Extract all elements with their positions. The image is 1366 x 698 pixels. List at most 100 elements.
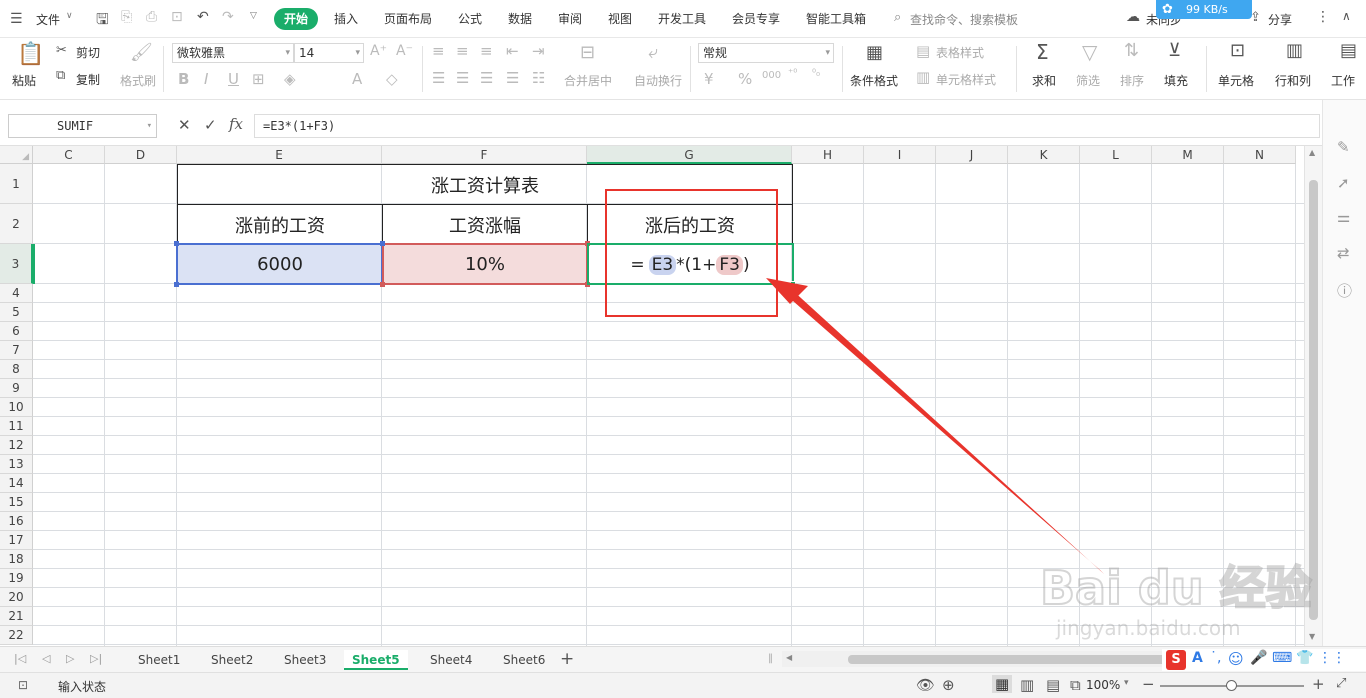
ime-menu-icon[interactable]: ⋮⋮ bbox=[1318, 650, 1346, 666]
center-view-icon[interactable]: ⊕ bbox=[942, 676, 955, 694]
undo-icon[interactable]: ↶ bbox=[197, 9, 209, 25]
align-left-icon[interactable]: ☰ bbox=[432, 69, 445, 87]
table-style-button[interactable]: 表格样式 bbox=[936, 44, 984, 61]
sheet-tab-4[interactable]: Sheet4 bbox=[422, 650, 480, 670]
row-header-18[interactable]: 18 bbox=[0, 550, 33, 569]
number-format-select[interactable]: 常规 ▾ bbox=[698, 43, 834, 63]
align-top-icon[interactable]: ≡ bbox=[432, 42, 445, 60]
row-header-13[interactable]: 13 bbox=[0, 455, 33, 474]
sum-icon[interactable]: Σ bbox=[1036, 40, 1049, 64]
zoom-slider-knob[interactable] bbox=[1226, 680, 1237, 691]
fullscreen-icon[interactable]: ⤢ bbox=[1336, 676, 1346, 691]
column-header-m[interactable]: M bbox=[1152, 146, 1224, 164]
row-header-5[interactable]: 5 bbox=[0, 303, 33, 322]
row-header-16[interactable]: 16 bbox=[0, 512, 33, 531]
scroll-left-icon[interactable]: ◀ bbox=[786, 653, 792, 662]
page-break-view-icon[interactable]: ▤ bbox=[1046, 676, 1060, 694]
format-painter-button[interactable]: 格式刷 bbox=[120, 72, 156, 89]
column-header-k[interactable]: K bbox=[1008, 146, 1080, 164]
tab-developer[interactable]: 开发工具 bbox=[654, 8, 710, 30]
prev-sheet-icon[interactable]: ◁ bbox=[42, 652, 50, 665]
row-header-21[interactable]: 21 bbox=[0, 607, 33, 626]
preview-icon[interactable]: ⊡ bbox=[171, 9, 183, 25]
collapse-ribbon-icon[interactable]: ∧ bbox=[1342, 9, 1351, 23]
column-header-e[interactable]: E bbox=[177, 146, 382, 164]
share-icon[interactable]: ⇪ bbox=[1250, 10, 1261, 25]
row-header-2[interactable]: 2 bbox=[0, 204, 33, 244]
column-header-g[interactable]: G bbox=[587, 146, 792, 164]
hamburger-icon[interactable]: ☰ bbox=[10, 11, 23, 27]
row-header-6[interactable]: 6 bbox=[0, 322, 33, 341]
cell-style-icon[interactable]: ▥ bbox=[916, 68, 930, 86]
last-sheet-icon[interactable]: ▷| bbox=[90, 652, 102, 665]
merge-center-button[interactable]: 合并居中 bbox=[564, 72, 612, 89]
ime-lang-icon[interactable]: A bbox=[1192, 650, 1203, 666]
border-icon[interactable]: ⊞ bbox=[252, 70, 265, 88]
paste-icon[interactable]: 📋 bbox=[17, 42, 44, 67]
merge-center-icon[interactable]: ⊟ bbox=[580, 42, 595, 63]
macro-icon[interactable]: ⊡ bbox=[18, 678, 28, 692]
distributed-icon[interactable]: ☷ bbox=[532, 69, 545, 87]
page-layout-view-icon[interactable]: ▥ bbox=[1020, 676, 1034, 694]
scroll-up-icon[interactable]: ▲ bbox=[1309, 148, 1315, 157]
increase-font-icon[interactable]: A⁺ bbox=[370, 43, 387, 59]
help-icon[interactable]: ⓘ bbox=[1337, 280, 1352, 301]
row-header-9[interactable]: 9 bbox=[0, 379, 33, 398]
column-header-d[interactable]: D bbox=[105, 146, 177, 164]
conditional-format-button[interactable]: 条件格式 bbox=[850, 72, 898, 89]
zoom-out-icon[interactable]: − bbox=[1142, 675, 1155, 693]
row-header-17[interactable]: 17 bbox=[0, 531, 33, 550]
sogou-icon[interactable]: S bbox=[1166, 650, 1186, 670]
paste-button[interactable]: 粘贴 bbox=[12, 72, 36, 89]
add-sheet-icon[interactable]: + bbox=[560, 649, 574, 669]
cloud-icon[interactable]: ☁ bbox=[1126, 9, 1140, 25]
row-col-icon[interactable]: ▥ bbox=[1286, 40, 1303, 61]
scroll-thumb[interactable] bbox=[1309, 180, 1318, 620]
font-color-icon[interactable]: A bbox=[352, 70, 362, 88]
column-header-h[interactable]: H bbox=[792, 146, 864, 164]
file-menu[interactable]: 文件 bbox=[36, 11, 60, 28]
filter-icon[interactable]: ▽ bbox=[1082, 40, 1097, 64]
microphone-icon[interactable]: 🎤 bbox=[1250, 650, 1267, 666]
align-right-icon[interactable]: ☰ bbox=[480, 69, 493, 87]
row-header-8[interactable]: 8 bbox=[0, 360, 33, 379]
confirm-icon[interactable]: ✓ bbox=[204, 116, 217, 134]
cut-button[interactable]: 剪切 bbox=[76, 44, 100, 61]
wrap-text-button[interactable]: 自动换行 bbox=[634, 72, 682, 89]
percent-icon[interactable]: % bbox=[738, 70, 752, 88]
row-header-14[interactable]: 14 bbox=[0, 474, 33, 493]
font-size-select[interactable]: 14 ▾ bbox=[294, 43, 364, 63]
export-icon[interactable]: ⎘ bbox=[121, 9, 132, 25]
print-icon[interactable]: ⎙ bbox=[146, 9, 157, 25]
zoom-dropdown-icon[interactable]: ▾ bbox=[1124, 678, 1129, 688]
column-header-i[interactable]: I bbox=[864, 146, 936, 164]
name-box[interactable]: SUMIF ▾ bbox=[8, 114, 157, 138]
thousands-icon[interactable]: 000 bbox=[762, 70, 781, 81]
more-icon[interactable]: ⋮ bbox=[1316, 9, 1330, 25]
brush-icon[interactable]: 🖌 bbox=[130, 42, 153, 63]
select-all-corner[interactable]: ◢ bbox=[0, 146, 33, 164]
row-header-3[interactable]: 3 bbox=[0, 244, 33, 284]
conditional-format-icon[interactable]: ▦ bbox=[866, 42, 883, 63]
tab-smart-toolbox[interactable]: 智能工具箱 bbox=[802, 8, 870, 30]
row-header-20[interactable]: 20 bbox=[0, 588, 33, 607]
next-sheet-icon[interactable]: ▷ bbox=[66, 652, 74, 665]
tab-formulas[interactable]: 公式 bbox=[454, 8, 486, 30]
emoji-icon[interactable]: ☺ bbox=[1228, 650, 1244, 668]
column-header-l[interactable]: L bbox=[1080, 146, 1152, 164]
save-icon[interactable]: 🖫 bbox=[96, 9, 109, 34]
italic-icon[interactable]: I bbox=[204, 70, 208, 88]
cell-style-button[interactable]: 单元格样式 bbox=[936, 71, 996, 88]
scroll-down-icon[interactable]: ▼ bbox=[1309, 632, 1315, 641]
row-header-4[interactable]: 4 bbox=[0, 284, 33, 303]
pin-icon[interactable]: ✎ bbox=[1337, 138, 1350, 156]
tab-view[interactable]: 视图 bbox=[604, 8, 636, 30]
settings-sliders-icon[interactable]: ⚌ bbox=[1337, 208, 1350, 226]
tab-page-layout[interactable]: 页面布局 bbox=[380, 8, 436, 30]
redo-icon[interactable]: ↷ bbox=[222, 9, 234, 25]
normal-view-icon[interactable]: ▦ bbox=[992, 675, 1013, 693]
sheet-tab-2[interactable]: Sheet2 bbox=[203, 650, 261, 670]
fill-color-icon[interactable]: ◈ bbox=[284, 70, 296, 88]
eye-protection-icon[interactable]: 👁 bbox=[916, 676, 935, 694]
filter-button[interactable]: 筛选 bbox=[1076, 72, 1100, 89]
